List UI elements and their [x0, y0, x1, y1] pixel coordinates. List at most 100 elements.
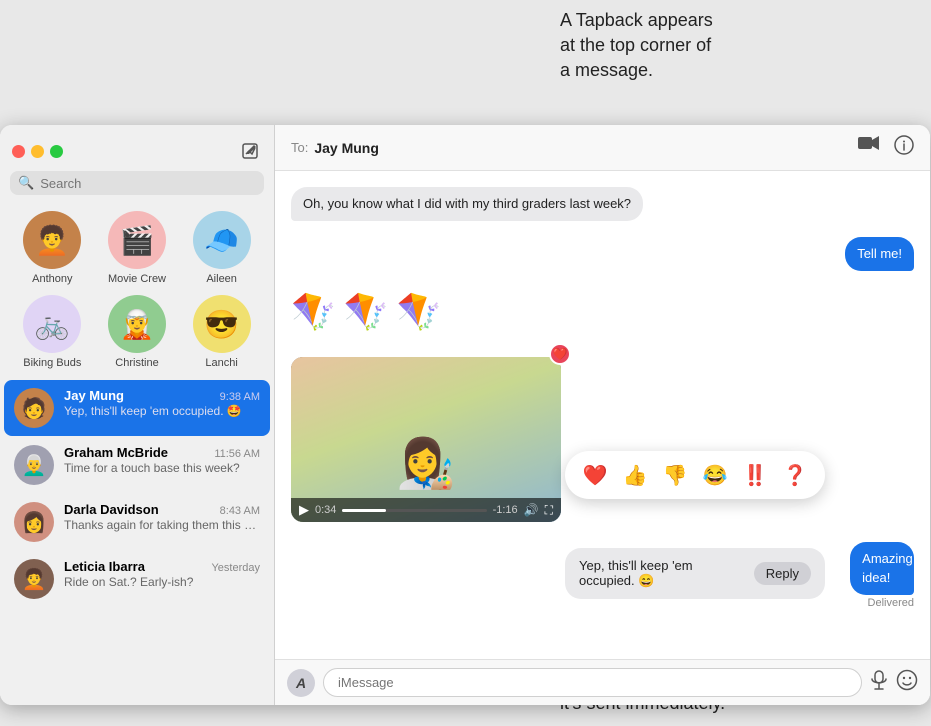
contact-name-lanchi: Lanchi [205, 357, 237, 369]
message-text-2: Tell me! [857, 246, 902, 261]
messages-window: 🔍 🧑‍🦱 Anthony 🎬 Movie Crew 🧢 Aileen 🚲 Bi… [0, 125, 930, 705]
info-icon[interactable] [894, 135, 914, 160]
video-call-icon[interactable] [858, 135, 880, 160]
tapback-thumbsdown[interactable]: 👎 [659, 459, 691, 491]
titlebar [0, 125, 274, 171]
tapback-thumbsup[interactable]: 👍 [619, 459, 651, 491]
emoji-button[interactable] [896, 669, 918, 697]
contact-name-movie: Movie Crew [108, 273, 166, 285]
avatar-lanchi: 😎 [193, 295, 251, 353]
video-time-remaining: -1:16 [493, 504, 518, 516]
annotation-top-text: A Tapback appears at the top corner of a… [560, 10, 713, 80]
contact-name-aileen: Aileen [206, 273, 237, 285]
chat-messages: Oh, you know what I did with my third gr… [275, 171, 930, 659]
conv-name-graham: Graham McBride [64, 445, 168, 460]
play-button[interactable]: ▶ [299, 502, 309, 518]
to-label: To: [291, 140, 308, 155]
compose-button[interactable] [238, 139, 262, 163]
pinned-contact-biking[interactable]: 🚲 Biking Buds [16, 295, 88, 369]
avatar-darla: 👩 [14, 502, 54, 542]
conv-preview-jay-mung: Yep, this'll keep 'em occupied. 🤩 [64, 404, 260, 418]
conversation-leticia-ibarra[interactable]: 🧑‍🦱 Leticia Ibarra Yesterday Ride on Sat… [4, 551, 270, 607]
conversation-jay-mung[interactable]: 🧑 Jay Mung 9:38 AM Yep, this'll keep 'em… [4, 380, 270, 436]
video-time-played: 0:34 [315, 504, 336, 516]
annotation-top: A Tapback appears at the top corner of a… [560, 0, 920, 84]
format-button[interactable]: A [287, 669, 315, 697]
pinned-contact-christine[interactable]: 🧝 Christine [101, 295, 173, 369]
avatar-graham-mcbride: 👨‍🦳 [14, 445, 54, 485]
conv-preview-darla: Thanks again for taking them this weeken… [64, 518, 260, 532]
pinned-contact-aileen[interactable]: 🧢 Aileen [186, 211, 258, 285]
close-button[interactable] [12, 145, 25, 158]
avatar-christine: 🧝 [108, 295, 166, 353]
kite-3: 🪁 [397, 291, 442, 333]
kites-area: 🪁 🪁 🪁 [291, 291, 441, 333]
conversation-graham-mcbride[interactable]: 👨‍🦳 Graham McBride 11:56 AM Time for a t… [4, 437, 270, 493]
maximize-button[interactable] [50, 145, 63, 158]
audio-button[interactable] [870, 670, 888, 695]
conversation-darla-davidson[interactable]: 👩 Darla Davidson 8:43 AM Thanks again fo… [4, 494, 270, 550]
kite-1: 🪁 [291, 291, 336, 333]
video-person-emoji: 👩‍🎨 [396, 435, 456, 492]
chat-header: To: Jay Mung [275, 125, 930, 171]
message-text-amazing: Amazing idea! [862, 551, 913, 584]
conv-name-jay-mung: Jay Mung [64, 388, 124, 403]
tapback-exclamation[interactable]: ‼️ [739, 459, 771, 491]
avatar-leticia: 🧑‍🦱 [14, 559, 54, 599]
reply-preview-text: Yep, this'll keep 'em occupied. 😄 [579, 558, 746, 589]
conv-info-darla: Darla Davidson 8:43 AM Thanks again for … [64, 502, 260, 532]
traffic-lights [12, 145, 63, 158]
message-text-1: Oh, you know what I did with my third gr… [303, 196, 631, 211]
message-row-video: 👩‍🎨 ▶ 0:34 -1:16 🔊 ⛶ [291, 353, 914, 526]
conv-preview-leticia: Ride on Sat.? Early-ish? [64, 575, 260, 589]
message-row-1: Oh, you know what I did with my third gr… [291, 187, 914, 221]
search-bar: 🔍 [10, 171, 264, 195]
kite-2: 🪁 [344, 291, 389, 333]
pinned-contact-anthony[interactable]: 🧑‍🦱 Anthony [16, 211, 88, 285]
reply-bubble: Yep, this'll keep 'em occupied. 😄 Reply [565, 548, 825, 599]
tapback-popup: ❤️ 👍 👎 😂 ‼️ ❓ [565, 451, 825, 499]
tapback-haha[interactable]: 😂 [699, 459, 731, 491]
conv-info-graham: Graham McBride 11:56 AM Time for a touch… [64, 445, 260, 475]
message-row-2: Tell me! [291, 237, 914, 271]
tapback-badge: ❤️ [549, 343, 571, 365]
avatar-anthony: 🧑‍🦱 [23, 211, 81, 269]
progress-bar[interactable] [342, 509, 486, 512]
search-input[interactable] [40, 176, 256, 191]
volume-icon[interactable]: 🔊 [524, 503, 539, 517]
video-message-wrapper: 👩‍🎨 ▶ 0:34 -1:16 🔊 ⛶ [291, 353, 561, 526]
avatar-movie: 🎬 [108, 211, 166, 269]
conv-info-jay-mung: Jay Mung 9:38 AM Yep, this'll keep 'em o… [64, 388, 260, 418]
delivered-status: Delivered [868, 597, 914, 609]
conv-name-darla: Darla Davidson [64, 502, 159, 517]
message-input[interactable] [323, 668, 862, 697]
conv-time-graham: 11:56 AM [214, 448, 260, 460]
message-bubble-2: Tell me! [845, 237, 914, 271]
pinned-contacts-row2: 🚲 Biking Buds 🧝 Christine 😎 Lanchi [0, 295, 274, 379]
video-controls: ▶ 0:34 -1:16 🔊 ⛶ [291, 498, 561, 522]
conv-name-leticia: Leticia Ibarra [64, 559, 145, 574]
chat-to: To: Jay Mung [291, 140, 379, 156]
reply-button[interactable]: Reply [754, 562, 811, 585]
message-bubble-1: Oh, you know what I did with my third gr… [291, 187, 643, 221]
video-message[interactable]: 👩‍🎨 ▶ 0:34 -1:16 🔊 ⛶ [291, 357, 561, 522]
avatar-biking: 🚲 [23, 295, 81, 353]
pinned-contact-lanchi[interactable]: 😎 Lanchi [186, 295, 258, 369]
pinned-contacts: 🧑‍🦱 Anthony 🎬 Movie Crew 🧢 Aileen [0, 203, 274, 295]
fullscreen-icon[interactable]: ⛶ [545, 503, 553, 518]
chat-main: To: Jay Mung [275, 125, 930, 705]
conv-time-jay-mung: 9:38 AM [220, 391, 260, 403]
search-icon: 🔍 [18, 175, 34, 191]
avatar-aileen: 🧢 [193, 211, 251, 269]
message-bubble-amazing: Amazing idea! [850, 542, 914, 594]
conversation-list: 🧑 Jay Mung 9:38 AM Yep, this'll keep 'em… [0, 379, 274, 705]
conv-time-darla: 8:43 AM [220, 505, 260, 517]
conv-info-leticia: Leticia Ibarra Yesterday Ride on Sat.? E… [64, 559, 260, 589]
tapback-question[interactable]: ❓ [779, 459, 811, 491]
tapback-heart[interactable]: ❤️ [579, 459, 611, 491]
minimize-button[interactable] [31, 145, 44, 158]
conv-time-leticia: Yesterday [211, 562, 260, 574]
contact-name-christine: Christine [115, 357, 158, 369]
chat-recipient: Jay Mung [314, 140, 379, 156]
pinned-contact-movie[interactable]: 🎬 Movie Crew [101, 211, 173, 285]
